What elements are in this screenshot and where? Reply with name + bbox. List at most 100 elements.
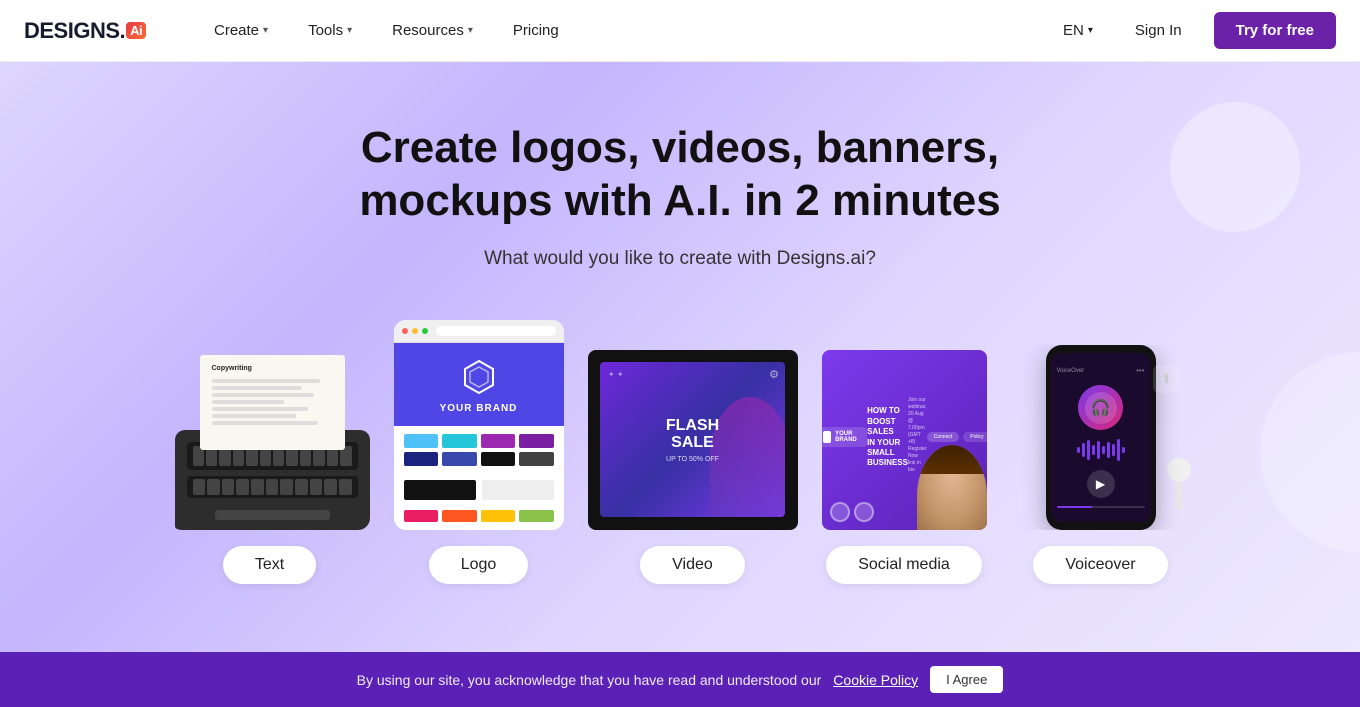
star-decoration: ✦ ✦ (608, 370, 624, 379)
tools-chevron-icon: ▾ (347, 25, 352, 36)
font-block-dark (404, 480, 476, 500)
brand-logo[interactable]: DESIGNS. Ai (24, 18, 164, 44)
card-voiceover: ⬆ VoiceOver ••• 🎧 (1011, 345, 1191, 584)
phone-screen: VoiceOver ••• 🎧 (1051, 353, 1151, 522)
paper: Copywriting (200, 355, 345, 450)
settings-icon: ⚙ (769, 368, 779, 381)
swatch-2 (442, 434, 477, 448)
voiceover-label[interactable]: Voiceover (1033, 546, 1167, 584)
social-logo-text: YOUR BRAND (835, 431, 861, 443)
voice-circle-inner: 🎧 (1085, 392, 1117, 424)
cookie-text: By using our site, you acknowledge that … (357, 672, 822, 688)
social-sub-text: Join our webinar, 20 Aug @ 7.00pm (GMT +… (908, 397, 927, 474)
social-card-image: YOUR BRAND HOW TO BOOST SALESIN YOUR SMA… (822, 350, 987, 530)
cookie-agree-button[interactable]: I Agree (930, 666, 1003, 693)
wave-bar (1077, 447, 1080, 453)
nav-resources[interactable]: Resources ▾ (374, 14, 491, 47)
wave-bar (1117, 439, 1120, 461)
logo-colors-2 (394, 510, 564, 530)
airpod-bud (1167, 458, 1191, 482)
nav-links: Create ▾ Tools ▾ Resources ▾ Pricing (196, 14, 1053, 47)
swatch-10 (442, 510, 477, 522)
paper-line (212, 421, 318, 425)
logo-font-area (394, 474, 564, 510)
airpods (1167, 458, 1191, 510)
wave-bar (1082, 443, 1085, 457)
wave-bar (1102, 446, 1105, 454)
social-face-inner (917, 445, 987, 530)
swatch-7 (481, 452, 516, 466)
create-chevron-icon: ▾ (263, 25, 268, 36)
video-card-image: ⚙ FLASHSALE UP TO 50% OFF ✦ ✦ (588, 350, 798, 530)
hero-title: Create logos, videos, banners, mockups w… (270, 122, 1090, 228)
waveform (1077, 438, 1125, 462)
card-text: Copywriting (170, 355, 370, 584)
swatch-12 (519, 510, 554, 522)
social-label[interactable]: Social media (826, 546, 982, 584)
vr-person (710, 397, 785, 517)
social-brand-bar: YOUR BRAND (822, 427, 868, 447)
sign-in-link[interactable]: Sign In (1119, 16, 1198, 45)
logo-brand-name: YOUR BRAND (440, 403, 518, 414)
swatch-5 (404, 452, 439, 466)
flash-sub-text: UP TO 50% OFF (666, 456, 719, 463)
card-social: YOUR BRAND HOW TO BOOST SALESIN YOUR SMA… (822, 350, 987, 584)
text-label[interactable]: Text (223, 546, 316, 584)
video-label[interactable]: Video (640, 546, 745, 584)
wave-bar (1092, 445, 1095, 455)
try-free-button[interactable]: Try for free (1214, 12, 1336, 49)
cards-row: Copywriting (170, 320, 1191, 584)
cookie-policy-link[interactable]: Cookie Policy (833, 672, 918, 688)
logo-card-image: YOUR BRAND (394, 320, 564, 530)
logo-text-designs: DESIGNS. (24, 18, 125, 44)
swatch-6 (442, 452, 477, 466)
vr-silhouette (710, 397, 785, 517)
logo-color-swatches (394, 426, 564, 474)
nav-create[interactable]: Create ▾ (196, 14, 286, 47)
wave-bar (1087, 440, 1090, 460)
language-selector[interactable]: EN ▾ (1053, 16, 1103, 45)
logo-ai-text: Ai (130, 23, 142, 38)
paper-line (212, 379, 321, 383)
tag-policy: Policy (963, 432, 986, 442)
circle-1 (830, 502, 850, 522)
play-button: ▶ (1087, 470, 1115, 498)
nav-tools[interactable]: Tools ▾ (290, 14, 370, 47)
tag-connect: Connect (927, 432, 960, 442)
wave-bar (1107, 442, 1110, 458)
paper-title: Copywriting (212, 365, 333, 372)
logo-preview-bg: YOUR BRAND (394, 343, 564, 426)
logo-label[interactable]: Logo (429, 546, 529, 584)
keys-row2 (187, 476, 358, 498)
social-headline: HOW TO BOOST SALESIN YOUR SMALL BUSINESS (867, 406, 908, 468)
font-block-light (482, 480, 554, 500)
wave-bar (1112, 444, 1115, 456)
airpod-right (1167, 458, 1191, 510)
hero-section: Create logos, videos, banners, mockups w… (0, 62, 1360, 652)
app-title: VoiceOver (1057, 368, 1085, 374)
logo-mockup: YOUR BRAND (394, 320, 564, 530)
lang-chevron-icon: ▾ (1088, 25, 1093, 36)
paper-line (212, 414, 297, 418)
hexagon-logo-icon (461, 359, 497, 395)
paper-line (212, 393, 315, 397)
video-inner-content: ⚙ FLASHSALE UP TO 50% OFF ✦ ✦ (600, 362, 785, 517)
progress-track (1057, 506, 1145, 508)
swatch-4 (519, 434, 554, 448)
phone-mockup: VoiceOver ••• 🎧 (1046, 345, 1156, 530)
circle-2 (854, 502, 874, 522)
card-video: ⚙ FLASHSALE UP TO 50% OFF ✦ ✦ Video (588, 350, 798, 584)
paper-line (212, 400, 285, 404)
app-header: VoiceOver ••• (1057, 366, 1145, 375)
share-icon: ⬆ (1153, 365, 1181, 393)
menu-dots: ••• (1136, 366, 1144, 375)
hero-subtitle: What would you like to create with Desig… (484, 248, 876, 270)
voice-circle: 🎧 (1078, 385, 1123, 430)
nav-pricing[interactable]: Pricing (495, 14, 577, 47)
swatch-11 (481, 510, 516, 522)
card-logo: YOUR BRAND (394, 320, 564, 584)
flash-sale-text: FLASHSALE (666, 417, 719, 452)
hair (917, 445, 987, 475)
spacebar (215, 510, 330, 520)
navbar: DESIGNS. Ai Create ▾ Tools ▾ Resources ▾… (0, 0, 1360, 62)
